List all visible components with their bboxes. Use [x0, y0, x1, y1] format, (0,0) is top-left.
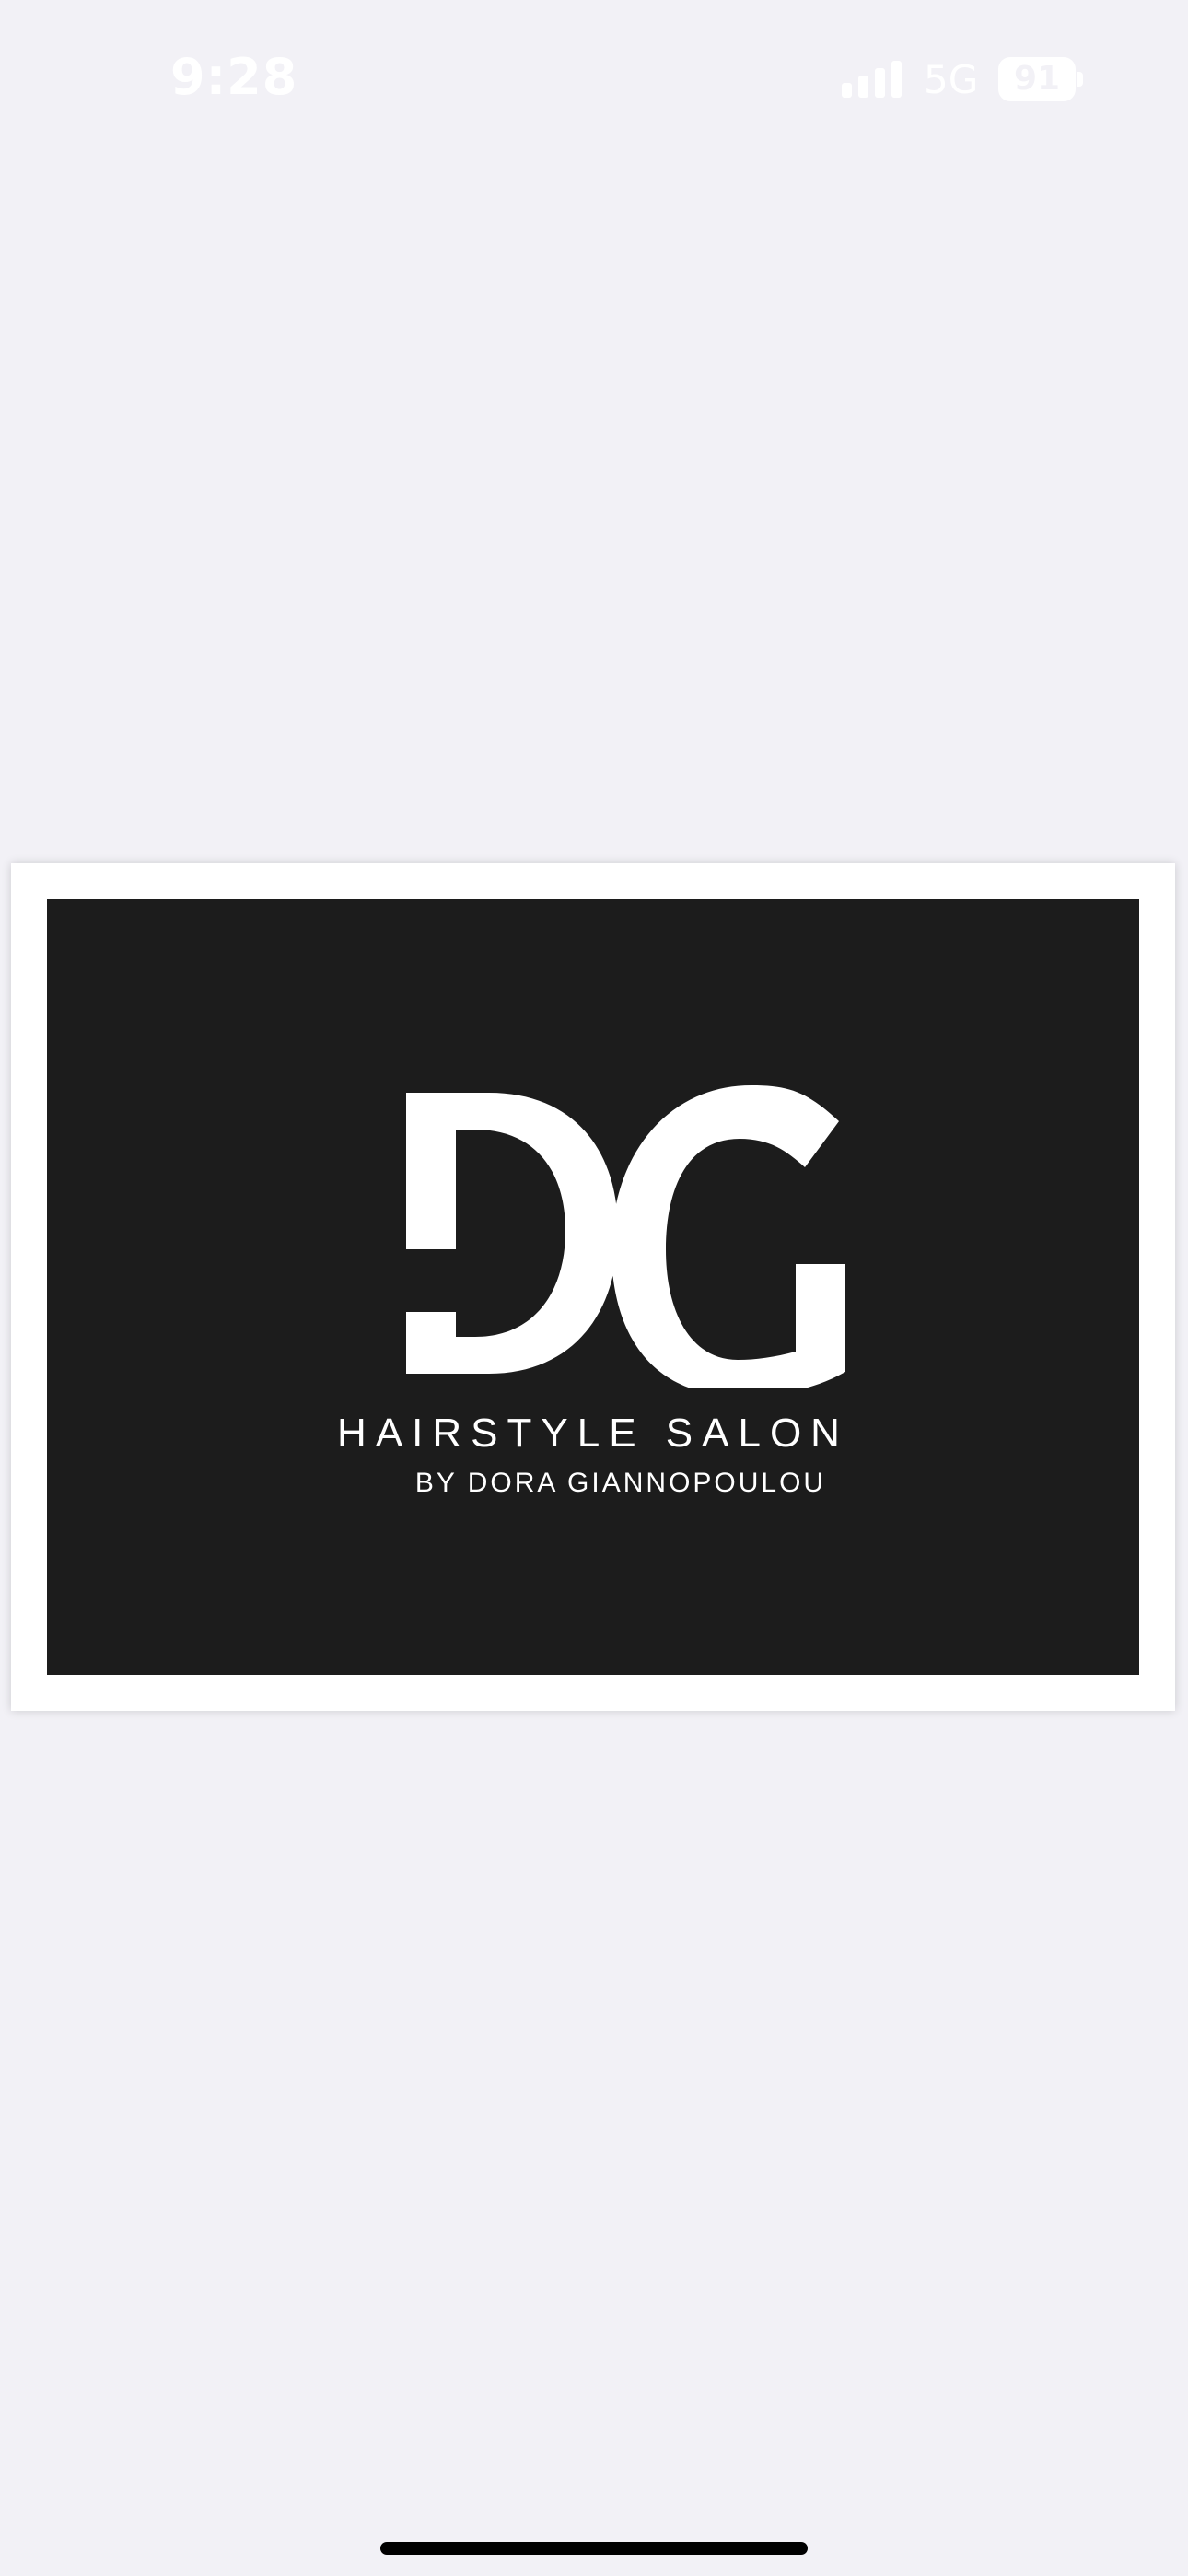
- logo-card: HAIRSTYLE SALON BY DORA GIANNOPOULOU: [47, 899, 1139, 1675]
- salon-owner-text: BY DORA GIANNOPOULOU: [414, 1468, 827, 1498]
- battery-icon: 91: [998, 57, 1076, 101]
- status-time: 9:28: [170, 48, 298, 106]
- salon-name-text: HAIRSTYLE SALON: [337, 1411, 849, 1456]
- salon-logo-image: HAIRSTYLE SALON BY DORA GIANNOPOULOU: [11, 863, 1175, 1711]
- battery-level: 91: [1013, 60, 1061, 98]
- status-bar: 9:28 5G 91: [0, 0, 1188, 157]
- dg-monogram-logo: [406, 1085, 845, 1388]
- cellular-signal-icon: [842, 61, 902, 98]
- battery-cap: [1077, 72, 1083, 87]
- network-type-label: 5G: [924, 57, 979, 102]
- home-indicator[interactable]: [380, 2542, 808, 2555]
